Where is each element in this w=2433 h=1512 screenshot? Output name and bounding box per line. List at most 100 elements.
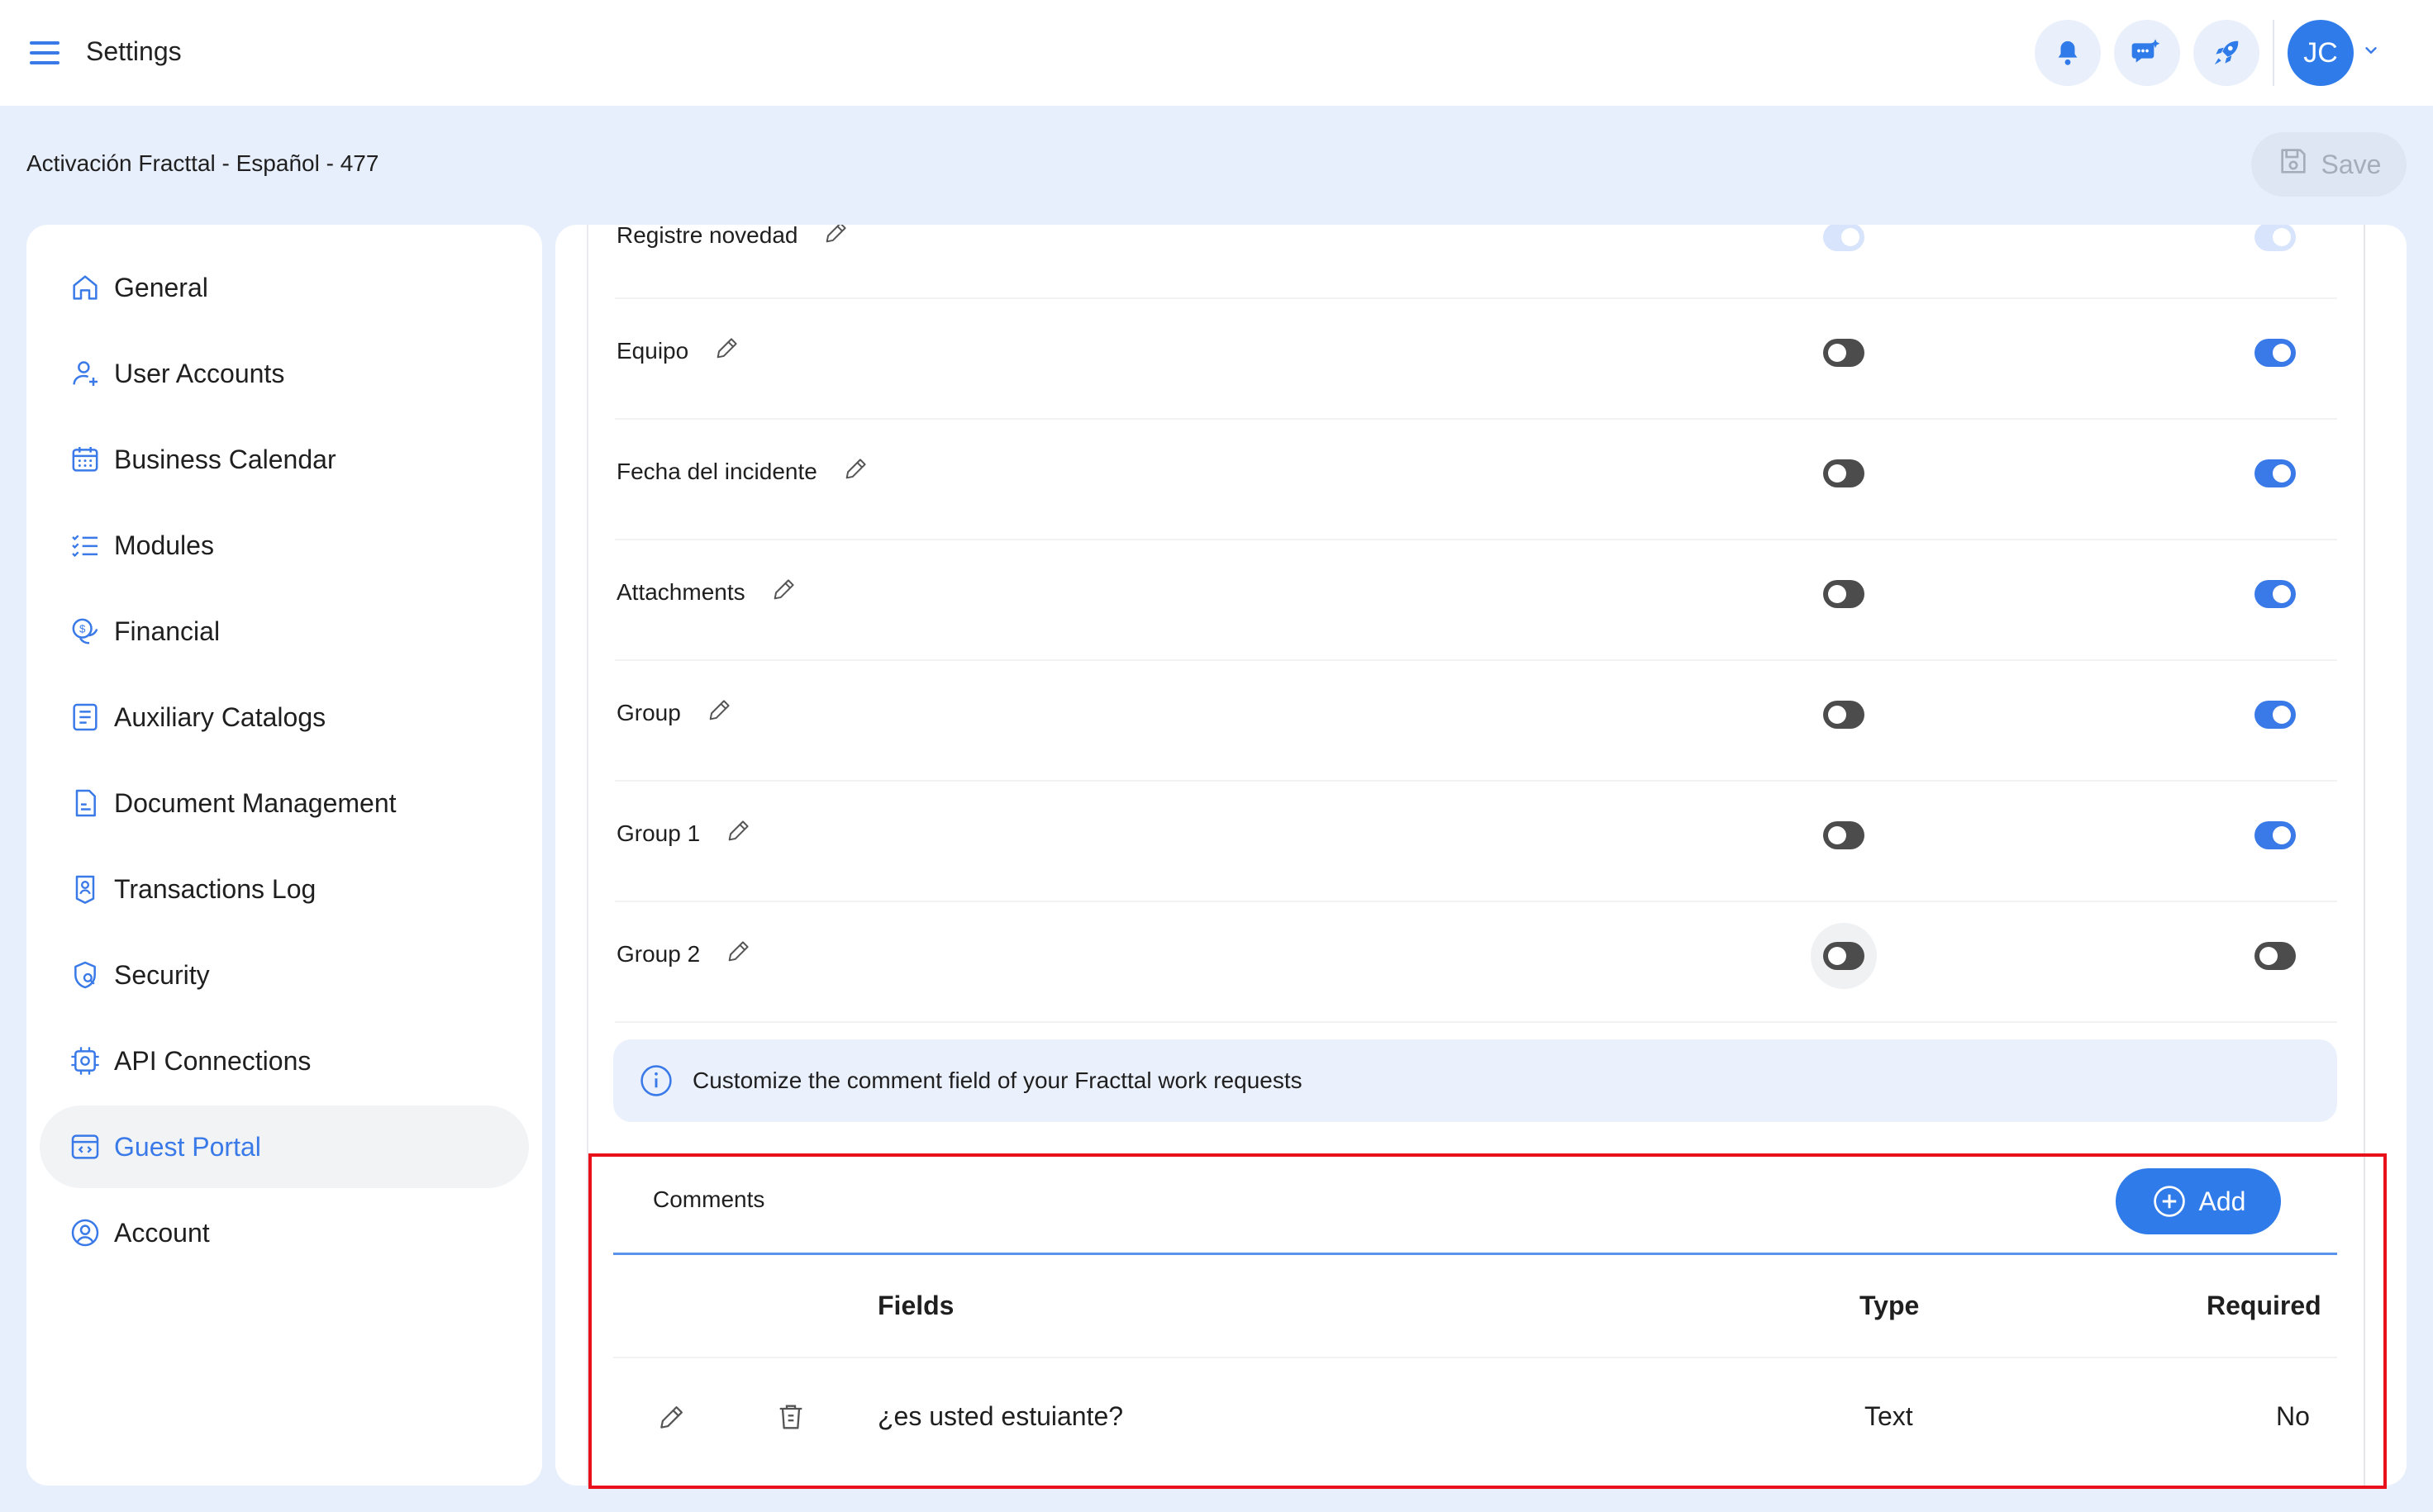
required-toggle[interactable] <box>2254 225 2296 251</box>
pencil-icon[interactable] <box>706 696 734 730</box>
field-row: Group 1 <box>615 782 2337 902</box>
pencil-icon[interactable] <box>713 334 741 368</box>
visible-toggle[interactable] <box>1823 459 1864 487</box>
save-button[interactable]: Save <box>2251 132 2407 197</box>
coins-icon: $ <box>66 612 104 650</box>
log-icon <box>66 870 104 908</box>
column-header-required[interactable]: Required <box>2207 1291 2321 1321</box>
add-label: Add <box>2198 1186 2246 1216</box>
pencil-icon[interactable] <box>725 816 753 850</box>
sidebar-item-label: Business Calendar <box>114 444 336 474</box>
comments-title: Comments <box>653 1186 765 1212</box>
top-app-bar: Settings JC <box>0 0 2433 106</box>
svg-text:$: $ <box>79 623 86 635</box>
required-toggle[interactable] <box>2254 580 2296 608</box>
menu-icon[interactable] <box>25 35 68 71</box>
required-toggle[interactable] <box>2254 821 2296 849</box>
sidebar-item-api-connections[interactable]: API Connections <box>40 1020 529 1102</box>
sidebar-item-transactions-log[interactable]: Transactions Log <box>40 848 529 930</box>
visible-toggle[interactable] <box>1823 821 1864 849</box>
sidebar-item-label: User Accounts <box>114 358 285 388</box>
field-row: Fecha del incidente <box>615 420 2337 540</box>
comment-field-type: Text <box>1864 1401 1913 1431</box>
visible-toggle[interactable] <box>1823 942 1864 970</box>
required-toggle[interactable] <box>2254 942 2296 970</box>
rocket-icon[interactable] <box>2193 20 2259 86</box>
field-label: Group <box>617 699 681 725</box>
sidebar-item-label: Account <box>114 1217 210 1248</box>
field-row: Group 2 <box>615 902 2337 1023</box>
sidebar-item-document-management[interactable]: Document Management <box>40 762 529 844</box>
home-icon <box>66 269 104 307</box>
sidebar-item-account[interactable]: Account <box>40 1191 529 1274</box>
sidebar-item-user-accounts[interactable]: User Accounts <box>40 332 529 415</box>
field-row: Attachments <box>615 540 2337 661</box>
table-divider <box>613 1357 2337 1358</box>
scrollbar[interactable] <box>2364 225 2365 1486</box>
required-toggle[interactable] <box>2254 701 2296 729</box>
api-gear-icon <box>66 1042 104 1080</box>
user-add-icon <box>66 354 104 392</box>
pencil-icon[interactable] <box>725 937 753 971</box>
avatar[interactable]: JC <box>2288 20 2354 86</box>
section-underline <box>613 1253 2337 1255</box>
calendar-icon <box>66 440 104 478</box>
column-header-type[interactable]: Type <box>1859 1291 1919 1321</box>
field-row: Group <box>615 661 2337 782</box>
chevron-down-icon[interactable] <box>2362 41 2380 64</box>
visible-toggle[interactable] <box>1823 339 1864 367</box>
sidebar-item-financial[interactable]: $ Financial <box>40 590 529 673</box>
sidebar-item-business-calendar[interactable]: Business Calendar <box>40 418 529 501</box>
field-row: Registre novedad <box>615 225 2337 299</box>
trash-icon[interactable] <box>772 1398 810 1436</box>
portal-icon <box>66 1128 104 1166</box>
catalog-icon <box>66 698 104 736</box>
field-label: Group 2 <box>617 940 701 967</box>
pencil-icon[interactable] <box>822 225 850 252</box>
comment-field-required: No <box>2276 1401 2310 1431</box>
required-toggle[interactable] <box>2254 339 2296 367</box>
sidebar-item-security[interactable]: Security <box>40 934 529 1016</box>
info-banner: Customize the comment field of your Frac… <box>613 1039 2337 1122</box>
visible-toggle[interactable] <box>1823 225 1864 251</box>
panel-divider <box>587 225 588 1486</box>
sidebar-item-label: Guest Portal <box>114 1131 261 1162</box>
sidebar-item-label: Transactions Log <box>114 873 317 904</box>
save-icon <box>2277 145 2310 184</box>
field-label: Fecha del incidente <box>617 458 817 484</box>
checklist-icon <box>66 526 104 564</box>
field-label: Equipo <box>617 337 689 364</box>
avatar-divider <box>2273 20 2274 86</box>
visible-toggle[interactable] <box>1823 580 1864 608</box>
field-label: Group 1 <box>617 820 701 846</box>
sidebar-item-general[interactable]: General <box>40 246 529 329</box>
sidebar-item-guest-portal[interactable]: Guest Portal <box>40 1105 529 1188</box>
app-title: Settings <box>86 36 182 66</box>
pencil-icon[interactable] <box>770 575 798 609</box>
field-label: Attachments <box>617 578 745 605</box>
breadcrumb: Activación Fracttal - Español - 477 <box>26 150 379 176</box>
visible-toggle[interactable] <box>1823 701 1864 729</box>
info-text: Customize the comment field of your Frac… <box>693 1067 1302 1093</box>
sidebar-item-modules[interactable]: Modules <box>40 504 529 587</box>
document-icon <box>66 784 104 822</box>
sidebar-item-label: API Connections <box>114 1045 312 1076</box>
field-label: Registre novedad <box>617 225 798 248</box>
guest-portal-panel: Registre novedad Equipo Fecha del incide… <box>555 225 2407 1486</box>
pencil-icon[interactable] <box>653 1398 691 1436</box>
field-row: Equipo <box>615 299 2337 420</box>
account-icon <box>66 1214 104 1252</box>
pencil-icon[interactable] <box>842 454 870 488</box>
required-toggle[interactable] <box>2254 459 2296 487</box>
sidebar-item-label: Auxiliary Catalogs <box>114 701 326 732</box>
info-icon <box>638 1063 674 1099</box>
add-comment-button[interactable]: Add <box>2116 1168 2281 1234</box>
column-header-fields[interactable]: Fields <box>878 1291 954 1321</box>
plus-circle-icon <box>2151 1183 2188 1220</box>
save-label: Save <box>2321 149 2382 179</box>
sidebar-item-label: Document Management <box>114 787 397 818</box>
comment-field-name: ¿es usted estuiante? <box>878 1401 1124 1431</box>
bell-icon[interactable] <box>2035 20 2101 86</box>
chat-sparkle-icon[interactable] <box>2114 20 2180 86</box>
sidebar-item-auxiliary-catalogs[interactable]: Auxiliary Catalogs <box>40 676 529 758</box>
